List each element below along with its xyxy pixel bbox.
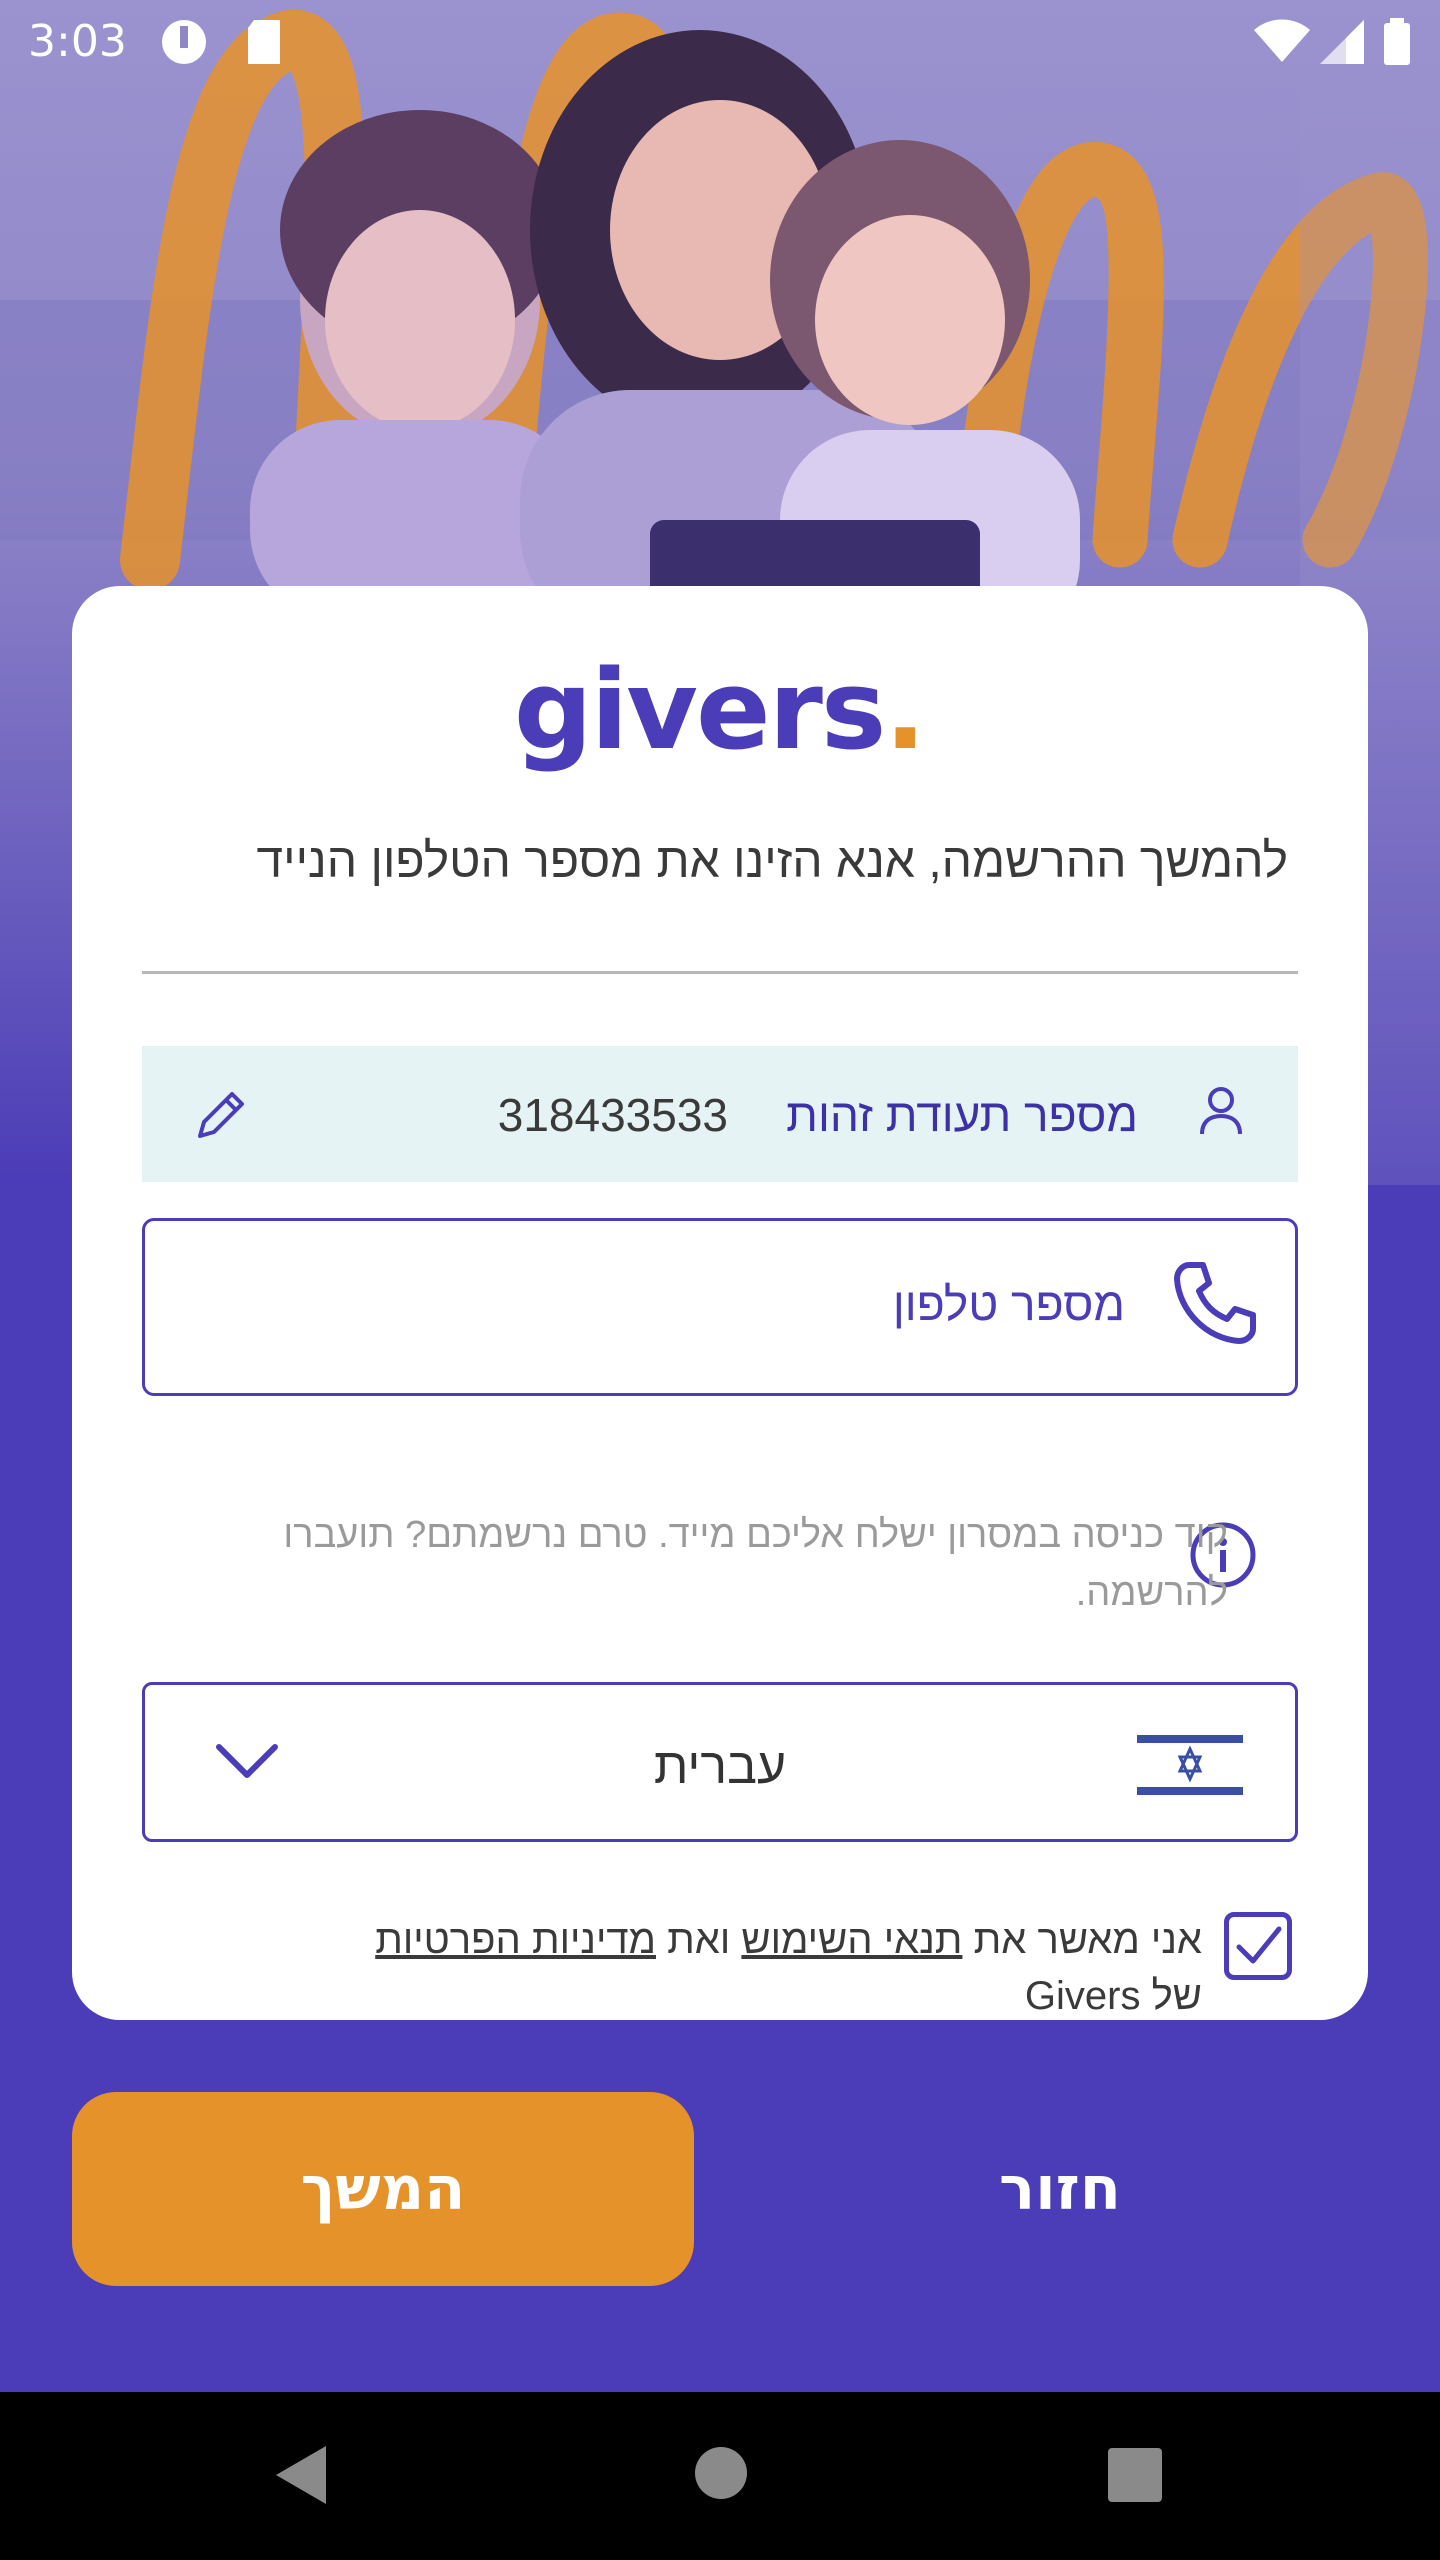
- chevron-down-icon: [215, 1741, 279, 1785]
- logo-dot: .: [884, 646, 927, 774]
- checkbox-icon: [1236, 1926, 1282, 1964]
- terms-of-use-link[interactable]: תנאי השימוש: [741, 1918, 962, 1962]
- wifi-icon: [1252, 18, 1312, 70]
- back-button[interactable]: חזור: [880, 2092, 1240, 2286]
- system-nav-bar: [0, 2392, 1440, 2560]
- phone-input[interactable]: מספר טלפון: [142, 1218, 1298, 1396]
- privacy-policy-link[interactable]: מדיניות הפרטיות: [375, 1918, 656, 1962]
- terms-text: אני מאשר את תנאי השימוש ואת מדיניות הפרט…: [282, 1912, 1202, 2024]
- id-number-row: מספר תעודת זהות 318433533: [142, 1046, 1298, 1182]
- divider: [142, 971, 1298, 974]
- terms-prefix: אני מאשר את: [973, 1918, 1202, 1962]
- back-nav-icon[interactable]: [270, 2442, 330, 2512]
- registration-card: givers. להמשך ההרשמה, אנא הזינו את מספר …: [72, 586, 1368, 2020]
- givers-logo: givers.: [72, 646, 1368, 774]
- logo-text: givers: [513, 646, 886, 774]
- phone-icon: [1169, 1257, 1259, 1351]
- terms-checkbox[interactable]: [1224, 1912, 1292, 1980]
- page-headline: להמשך ההרשמה, אנא הזינו את מספר הטלפון ה…: [256, 835, 1288, 888]
- info-text: קוד כניסה במסרון ישלח אליכם מייד. טרם נר…: [283, 1514, 1228, 1614]
- signal-icon: [1318, 18, 1366, 70]
- edit-icon[interactable]: [194, 1086, 250, 1146]
- status-bar: 3:03: [0, 0, 1440, 84]
- notification-app-icon: [160, 18, 212, 70]
- id-number-value: 318433533: [497, 1089, 728, 1141]
- phone-placeholder: מספר טלפון: [892, 1278, 1125, 1330]
- status-time: 3:03: [28, 16, 127, 67]
- continue-button[interactable]: המשך: [72, 2092, 694, 2286]
- terms-suffix: של Givers: [1024, 1974, 1202, 2018]
- id-number-label: מספר תעודת זהות: [786, 1089, 1138, 1141]
- home-nav-icon[interactable]: [694, 2446, 748, 2504]
- language-select[interactable]: עברית: [142, 1682, 1298, 1842]
- user-icon: [1194, 1084, 1248, 1142]
- sd-card-icon: [244, 18, 284, 70]
- language-value: עברית: [653, 1738, 787, 1794]
- terms-and: ואת: [667, 1918, 731, 1962]
- battery-icon: [1382, 18, 1412, 70]
- recents-nav-icon[interactable]: [1108, 2448, 1162, 2506]
